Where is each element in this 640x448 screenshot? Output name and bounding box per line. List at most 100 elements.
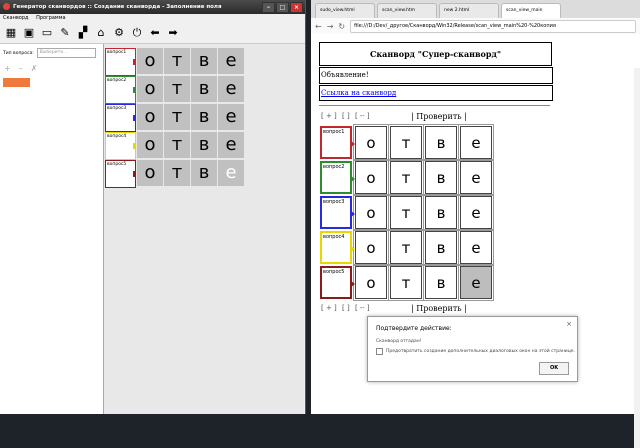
dialog-ok-button[interactable]: OK	[539, 362, 569, 375]
url-field[interactable]: file:///D:/Dev/_другое/Сканворд/Win32/Re…	[350, 19, 636, 33]
minimize-button[interactable]: –	[262, 2, 275, 13]
grid-icon[interactable]: ▦	[4, 26, 18, 40]
scanword-link[interactable]: Ссылка на сканворд	[319, 85, 553, 101]
direction-marker	[133, 59, 136, 65]
letter-cell[interactable]: т	[388, 194, 424, 231]
zoom-in-button[interactable]: [ + ]	[321, 304, 337, 312]
letter-cell[interactable]: о	[353, 194, 389, 231]
letter-cell[interactable]: е	[218, 48, 244, 74]
letter-cell[interactable]: е	[218, 160, 244, 186]
letter-cell[interactable]: в	[191, 104, 217, 130]
letter-cell[interactable]: в	[191, 48, 217, 74]
power-icon[interactable]: ⏻	[130, 26, 144, 40]
question-cell[interactable]: вопрос3	[320, 196, 355, 229]
browser-tab[interactable]: new 2.html	[439, 3, 499, 18]
scanword-row: вопрос3 о т в е	[320, 194, 494, 231]
letter-cell[interactable]: о	[137, 160, 163, 186]
dialog-checkbox-row[interactable]: Предотвратить создание дополнительных ди…	[376, 348, 575, 355]
direction-arrow-icon	[350, 140, 355, 148]
letter-cell[interactable]: е	[458, 194, 494, 231]
arrow-right-icon[interactable]: ➡	[166, 26, 180, 40]
reset-button[interactable]: [ ]	[342, 112, 350, 120]
browser-tab[interactable]: sudo_view.html	[315, 3, 375, 18]
letter-cell[interactable]: т	[164, 48, 190, 74]
apply-button[interactable]	[3, 78, 30, 87]
letter-cell[interactable]: в	[423, 159, 459, 196]
letter-cell[interactable]: о	[353, 124, 389, 161]
letter-cell[interactable]: е	[218, 132, 244, 158]
open-icon[interactable]: ▭	[40, 26, 54, 40]
letter-cell[interactable]: в	[191, 76, 217, 102]
menu-item-program[interactable]: Программа	[36, 15, 65, 21]
question-cell[interactable]: вопрос2	[105, 76, 136, 104]
browser-tab-active[interactable]: scan_view_main	[501, 3, 561, 18]
forward-icon[interactable]: →	[327, 22, 334, 31]
scrollbar[interactable]	[634, 68, 640, 448]
browser-tab[interactable]: scan_view.htm	[377, 3, 437, 18]
letter-cell[interactable]: в	[191, 132, 217, 158]
letter-cell[interactable]: о	[137, 132, 163, 158]
letter-cell[interactable]: в	[423, 229, 459, 266]
letter-cell[interactable]: т	[164, 104, 190, 130]
letter-cell[interactable]: в	[191, 160, 217, 186]
question-cell[interactable]: вопрос1	[105, 48, 136, 76]
letter-cell[interactable]: е	[218, 76, 244, 102]
letter-cell[interactable]: т	[388, 124, 424, 161]
arrow-left-icon[interactable]: ⬅	[148, 26, 162, 40]
add-question-button[interactable]: +	[4, 64, 11, 73]
question-cell[interactable]: вопрос2	[320, 161, 355, 194]
home-icon[interactable]: ⌂	[94, 26, 108, 40]
letter-cell[interactable]: е	[458, 159, 494, 196]
letter-cell[interactable]: т	[164, 76, 190, 102]
close-button[interactable]: ×	[290, 2, 303, 13]
letter-cell[interactable]: о	[137, 48, 163, 74]
save-icon[interactable]: ▣	[22, 26, 36, 40]
reload-icon[interactable]: ↻	[338, 22, 345, 31]
letter-cell[interactable]: в	[423, 194, 459, 231]
gear-icon[interactable]: ⚙	[112, 26, 126, 40]
zoom-out-button[interactable]: [ -- ]	[355, 304, 370, 312]
zoom-in-button[interactable]: [ + ]	[321, 112, 337, 120]
letter-cell[interactable]: т	[164, 132, 190, 158]
pencil-icon[interactable]: ✎	[58, 26, 72, 40]
question-cell[interactable]: вопрос4	[320, 231, 355, 264]
dialog-title: Подтвердите действие:	[376, 325, 452, 332]
letter-cell[interactable]: е	[218, 104, 244, 130]
remove-question-button[interactable]: –	[19, 64, 23, 73]
menu-item-scanword[interactable]: Сканворд	[3, 15, 28, 21]
question-cell[interactable]: вопрос3	[105, 104, 136, 132]
question-cell[interactable]: вопрос4	[105, 132, 136, 160]
letter-cell[interactable]: о	[353, 229, 389, 266]
letter-cell[interactable]: о	[137, 104, 163, 130]
letter-cell[interactable]: в	[423, 124, 459, 161]
check-button[interactable]: | Проверить |	[411, 304, 467, 313]
letter-cell[interactable]: т	[388, 264, 424, 301]
dialog-checkbox[interactable]	[376, 348, 383, 355]
question-type-row: Тип вопроса: Выберите...	[0, 44, 103, 62]
layout-icon[interactable]: ▞	[76, 26, 90, 40]
letter-cell[interactable]: т	[164, 160, 190, 186]
letter-cell[interactable]: т	[388, 159, 424, 196]
dialog-close-icon[interactable]: ×	[566, 320, 572, 328]
generator-window: Генератор сканвордов :: Создание сканвор…	[0, 0, 306, 414]
letter-cell[interactable]: о	[137, 76, 163, 102]
question-cell[interactable]: вопрос5	[105, 160, 136, 188]
delete-question-button[interactable]: ✗	[31, 64, 38, 73]
letter-cell[interactable]: о	[353, 264, 389, 301]
back-icon[interactable]: ←	[315, 22, 322, 31]
letter-cell[interactable]: о	[353, 159, 389, 196]
question-cell[interactable]: вопрос5	[320, 266, 355, 299]
question-cell[interactable]: вопрос1	[320, 126, 355, 159]
letter-cell[interactable]: е	[458, 264, 494, 301]
zoom-out-button[interactable]: [ -- ]	[355, 112, 370, 120]
reset-button[interactable]: [ ]	[342, 304, 350, 312]
letter-cell[interactable]: е	[458, 124, 494, 161]
letter-cell[interactable]: в	[423, 264, 459, 301]
check-button[interactable]: | Проверить |	[411, 112, 467, 121]
letter-cell[interactable]: т	[388, 229, 424, 266]
page-content: Сканворд "Супер-сканворд" Объявление! Сс…	[311, 34, 640, 448]
app-title-bar: Генератор сканвордов :: Создание сканвор…	[0, 0, 305, 14]
question-type-select[interactable]: Выберите...	[36, 48, 96, 58]
letter-cell[interactable]: е	[458, 229, 494, 266]
maximize-button[interactable]: □	[276, 2, 289, 13]
